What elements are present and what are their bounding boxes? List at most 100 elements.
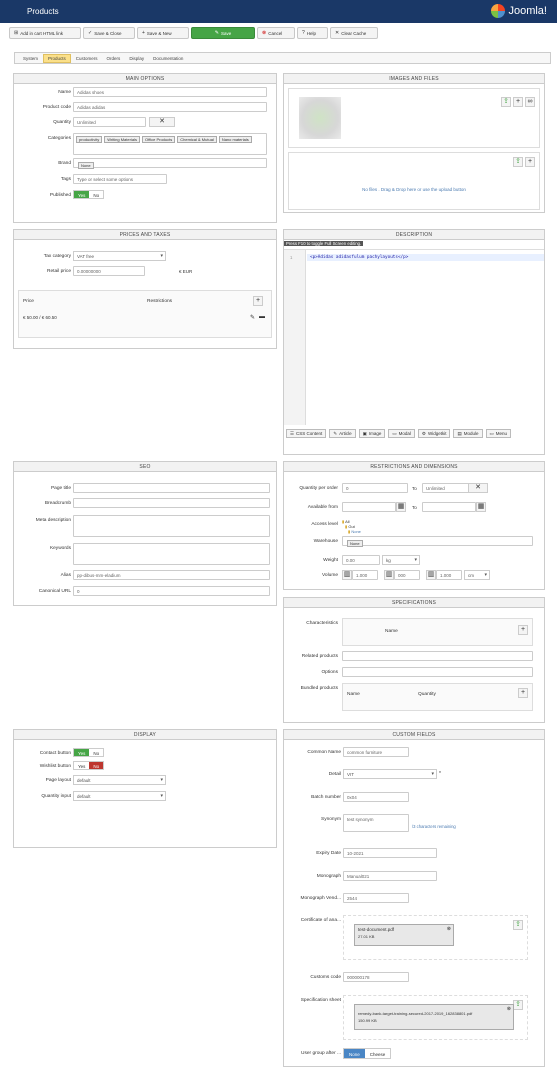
unlimited-toggle[interactable]: ✕ [468, 483, 488, 493]
width-icon: ▥ [342, 570, 352, 580]
breadcrumb-input[interactable] [73, 498, 270, 508]
volume-z-input[interactable]: 1.000 [436, 570, 462, 580]
volume-x-input[interactable]: 1.000 [352, 570, 378, 580]
calendar-icon[interactable]: ▦ [476, 502, 486, 512]
edit-icon[interactable]: ✎ [250, 314, 255, 321]
quantity-input-select[interactable]: default [73, 791, 166, 801]
nav-system[interactable]: System [19, 55, 42, 62]
widget-icon: ⚙ [421, 430, 426, 436]
available-from-input[interactable] [342, 502, 396, 512]
main-nav: System Products Customers Orders Display… [14, 52, 551, 64]
save-button[interactable]: ✎ Save [191, 27, 255, 39]
nav-customers[interactable]: Customers [72, 55, 102, 62]
certificate-file[interactable]: test-document.pdf 27.01 KB ⊗ [354, 924, 454, 946]
warehouse-select[interactable]: None [342, 536, 533, 547]
module-button[interactable]: ▤ Module [453, 429, 483, 438]
page-layout-select[interactable]: default [73, 775, 166, 785]
image-icon: ▣ [362, 430, 367, 436]
nav-display[interactable]: Display [125, 55, 148, 62]
customs-code-input[interactable]: 000000178 [343, 972, 409, 982]
tags-input[interactable]: Type or select some options [73, 174, 167, 184]
keywords-input[interactable] [73, 543, 270, 565]
meta-description-input[interactable] [73, 515, 270, 537]
menu-button[interactable]: ▭ Menu [485, 429, 512, 438]
canonical-url-input[interactable]: 0 [73, 586, 270, 596]
file-dropzone[interactable]: ⇪ + No files . Drag & Drop here or use t… [288, 152, 540, 210]
save-close-button[interactable]: ✓ Save & Close [83, 27, 135, 39]
contact-button-toggle[interactable]: Yes No [73, 748, 105, 757]
volume-y-input[interactable]: 000 [394, 570, 420, 580]
weight-input[interactable]: 0.00 [342, 555, 380, 565]
css-content-button[interactable]: ☰ CSS Content [286, 429, 327, 438]
product-code-input[interactable]: Adidas adidas [73, 102, 267, 112]
related-products-input[interactable] [342, 651, 533, 661]
published-toggle[interactable]: Yes No [73, 190, 105, 199]
article-icon: ✎ [333, 430, 338, 436]
nav-documentation[interactable]: Documentation [149, 55, 187, 62]
add-bundle-button[interactable]: + [518, 688, 528, 698]
retail-price-input[interactable]: 0.00000000 [73, 266, 145, 276]
add-file-icon[interactable]: + [525, 157, 535, 167]
monograph-input[interactable]: Manual021 [343, 871, 437, 881]
save-new-button[interactable]: + Save & New [137, 27, 189, 39]
trash-icon[interactable]: ▬ [259, 314, 265, 320]
name-input[interactable]: Adidas shoes [73, 87, 267, 97]
brand-select[interactable]: None [73, 158, 267, 169]
weight-unit-select[interactable]: kg [382, 555, 420, 565]
monograph-vendor-input[interactable]: 2544 [343, 893, 409, 903]
categories-input[interactable]: productivity Writing Materials Office Prod… [73, 133, 267, 155]
cancel-button[interactable]: ⊗ Cancel [257, 27, 295, 39]
upload-icon[interactable]: ⇪ [513, 1000, 523, 1010]
unlimited-toggle[interactable]: ✕ [149, 117, 175, 127]
close-icon: ✕ [335, 30, 340, 36]
nav-orders[interactable]: Orders [103, 55, 125, 62]
check-icon: ✓ [88, 30, 93, 36]
panel-title: MAIN OPTIONS [14, 74, 276, 84]
article-button[interactable]: ✎ Article [329, 429, 356, 438]
quantity-input[interactable]: Unlimited [73, 117, 146, 127]
remove-icon[interactable]: ⊗ [447, 926, 451, 932]
available-to-input[interactable] [422, 502, 476, 512]
upload-icon[interactable]: ⇪ [513, 920, 523, 930]
joomla-logo: Joomla! [491, 4, 547, 18]
certificate-dropzone[interactable]: ⇪ test-document.pdf 27.01 KB ⊗ [343, 915, 528, 960]
clear-cache-button[interactable]: ✕ Clear Cache [330, 27, 378, 39]
spec-sheet-dropzone[interactable]: ⇪ remedy-bank-target-training-secured-20… [343, 995, 528, 1040]
options-input[interactable] [342, 667, 533, 677]
add-link-button[interactable]: ⊞ Add in cart HTML link [9, 27, 81, 39]
expiry-date-input[interactable]: 10-2021 [343, 848, 437, 858]
widgetkit-button[interactable]: ⚙ Widgetkit [417, 429, 451, 438]
access-tree[interactable]: ▮ All ▮ Gut ▮ None [342, 519, 361, 534]
volume-unit-select[interactable]: cm [464, 570, 490, 580]
upload-icon[interactable]: ⇪ [501, 97, 511, 107]
synonym-input[interactable]: test synonym [343, 814, 409, 832]
product-thumbnail[interactable] [299, 97, 341, 139]
wishlist-button-toggle[interactable]: Yes No [73, 761, 105, 770]
common-name-input[interactable]: common furniture [343, 747, 409, 757]
image-button[interactable]: ▣ Image [358, 429, 386, 438]
nav-products[interactable]: Products [43, 53, 71, 63]
detail-select[interactable]: VIT [343, 769, 437, 779]
page-title-input[interactable] [73, 483, 270, 493]
depth-icon: ▥ [426, 570, 436, 580]
cancel-icon: ⊗ [262, 30, 267, 36]
user-group-toggle[interactable]: None Cheese [343, 1048, 392, 1059]
spec-sheet-file[interactable]: remedy-bank-target-training-secured-2017… [354, 1004, 514, 1030]
height-icon: ▥ [384, 570, 394, 580]
alias-input[interactable]: pp-dibus-mm-eladium [73, 570, 270, 580]
add-price-button[interactable]: + [253, 296, 263, 306]
help-icon: ? [302, 30, 305, 36]
modal-button[interactable]: ▭ Modal [388, 429, 415, 438]
tax-category-select[interactable]: VAT free [73, 251, 166, 261]
code-editor[interactable]: 1 <p>Adidas adidasfulum pachylayouts</p> [284, 249, 544, 425]
link-icon[interactable]: ∞ [525, 97, 535, 107]
batch-number-input[interactable]: 0x04 [343, 792, 409, 802]
qty-min-input[interactable]: 0 [342, 483, 408, 493]
upload-file-icon[interactable]: ⇪ [513, 157, 523, 167]
image-dropzone[interactable]: ⇪ + ∞ [288, 88, 540, 148]
remove-icon[interactable]: ⊗ [507, 1006, 511, 1012]
calendar-icon[interactable]: ▦ [396, 502, 406, 512]
add-characteristic-button[interactable]: + [518, 625, 528, 635]
help-button[interactable]: ? Help [297, 27, 328, 39]
add-icon[interactable]: + [513, 97, 523, 107]
